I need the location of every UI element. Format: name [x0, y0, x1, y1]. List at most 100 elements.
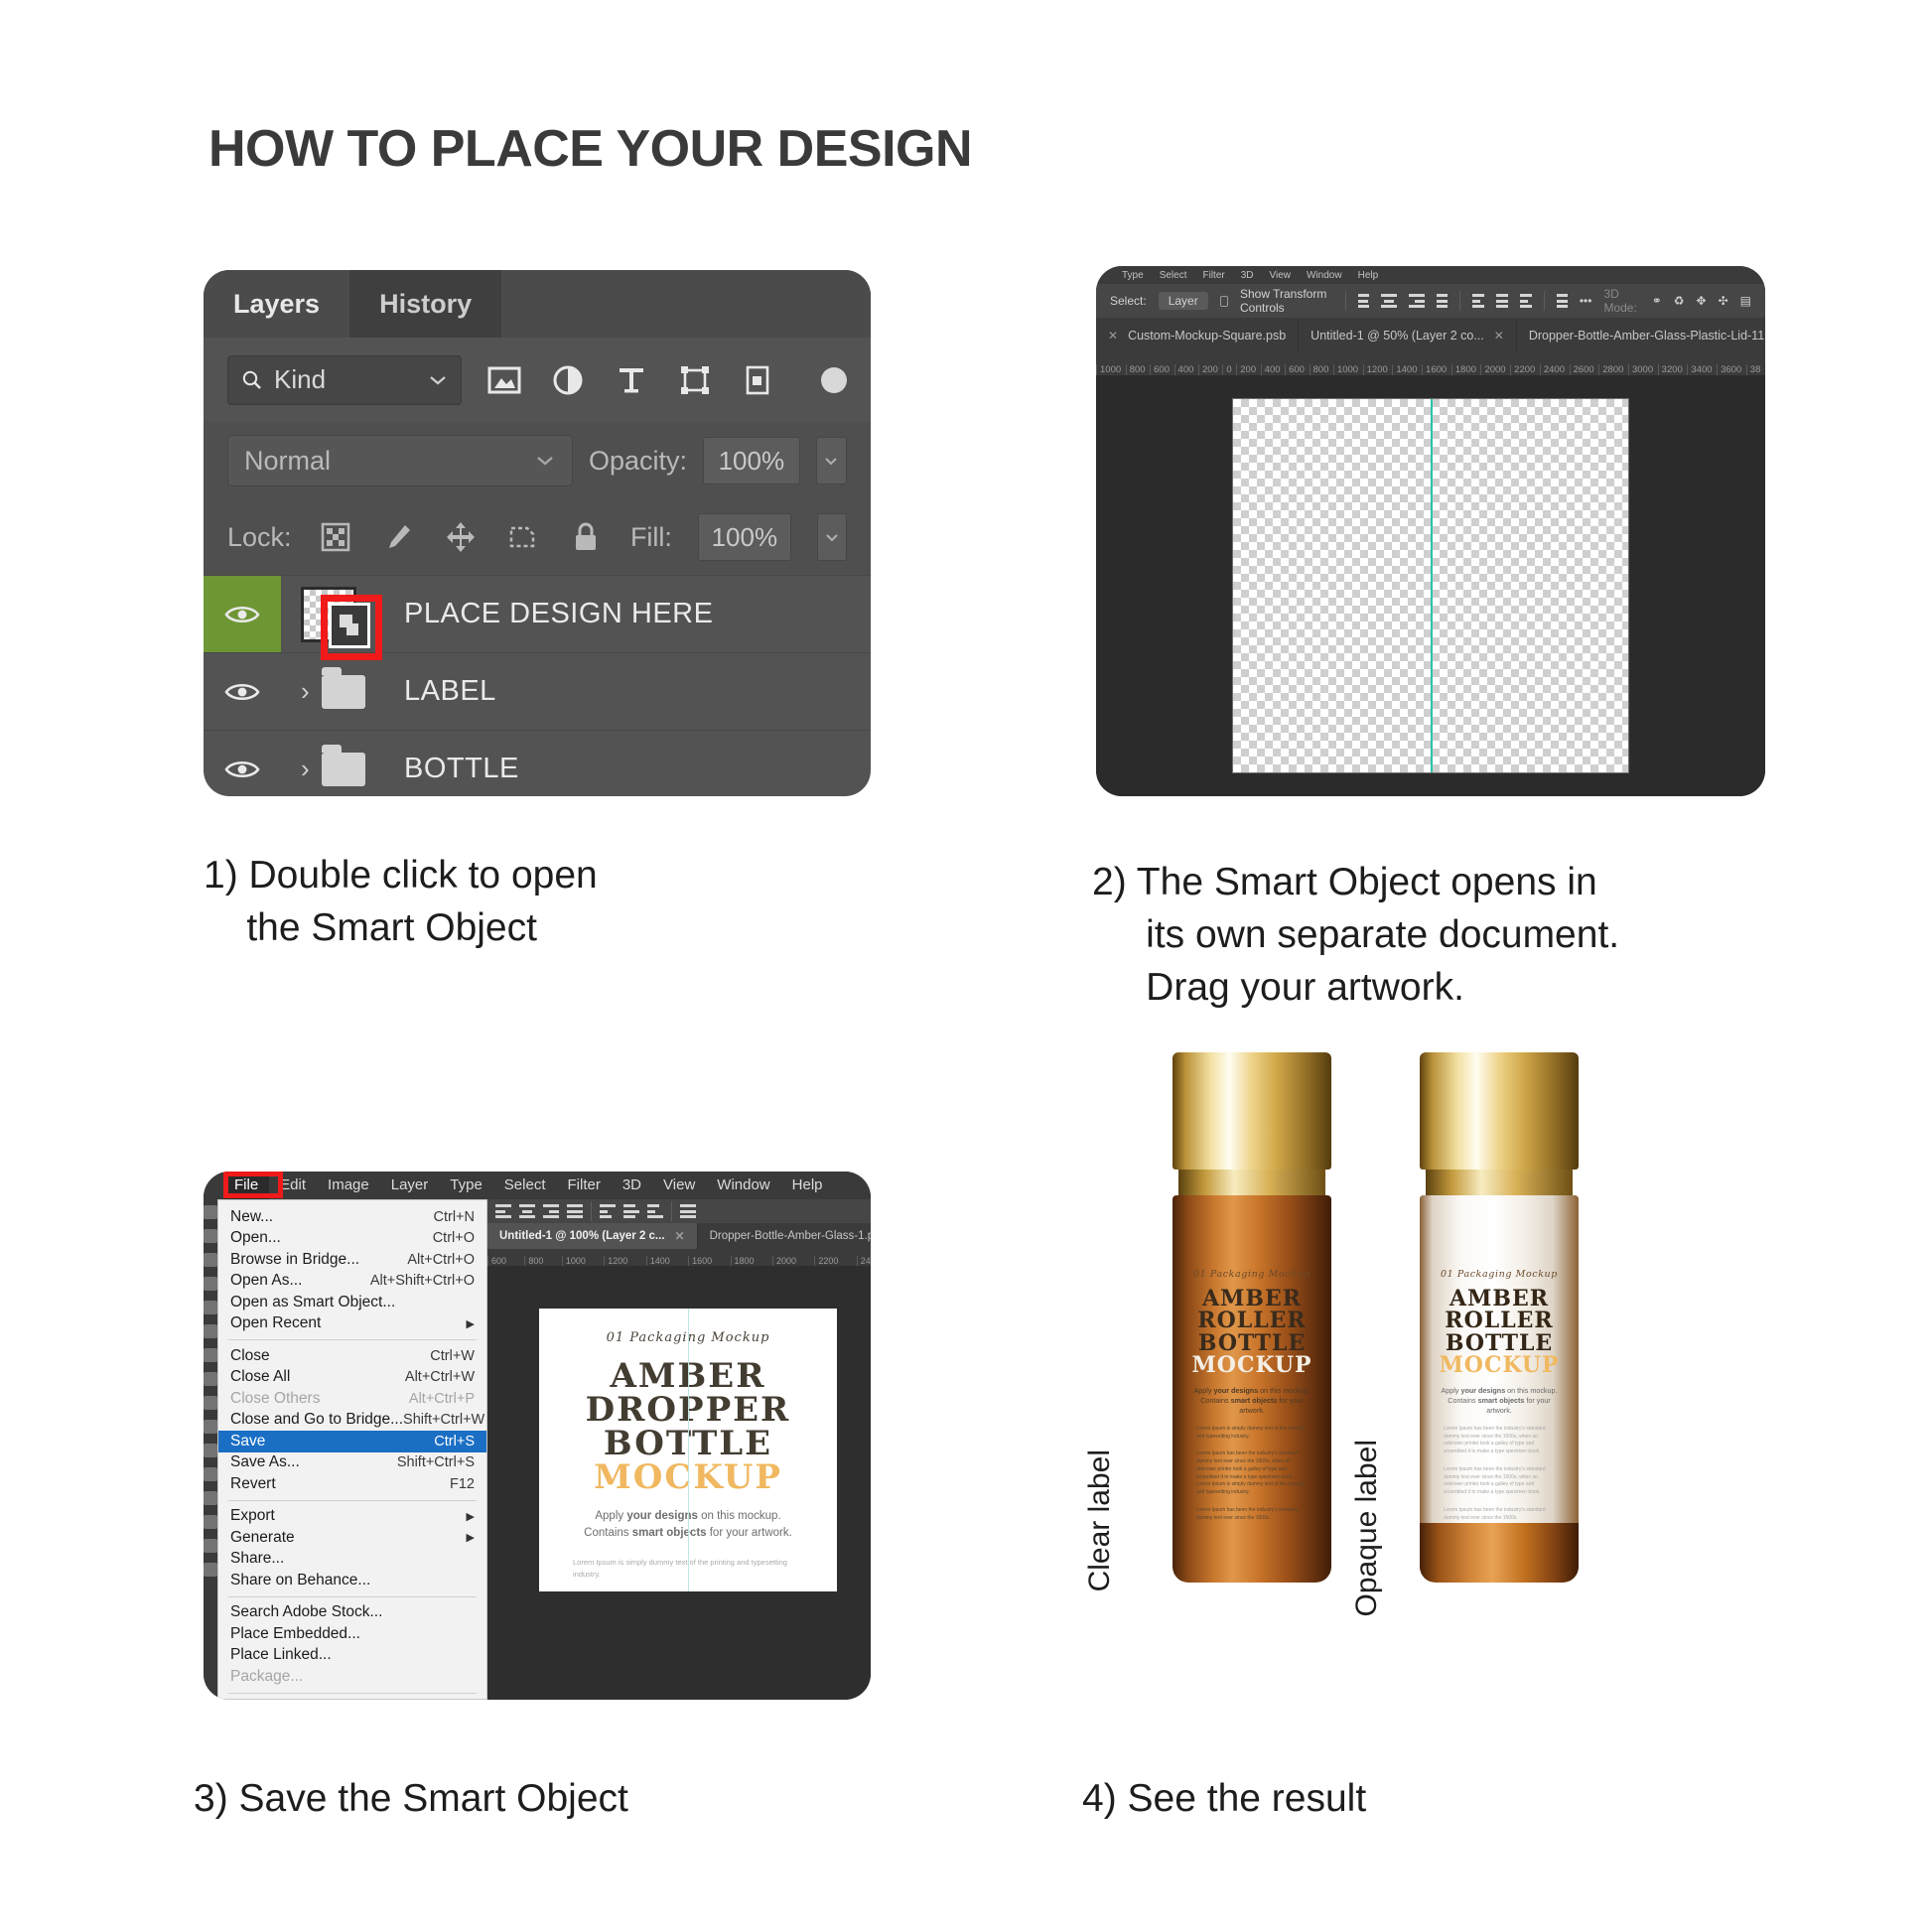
menu-item-3d[interactable]: 3D [1241, 270, 1254, 281]
image-filter-icon[interactable] [483, 359, 525, 401]
menu-item-help[interactable]: Help [1358, 270, 1379, 281]
menu-item-type[interactable]: Type [1122, 270, 1144, 281]
lasso-tool-icon[interactable] [204, 1253, 217, 1267]
menu-item[interactable]: Generate ▶ [218, 1527, 486, 1549]
move-tool-icon[interactable] [204, 1205, 217, 1219]
chevron-right-icon[interactable]: › [301, 754, 310, 784]
canvas-area[interactable] [1096, 375, 1765, 796]
menu-item[interactable]: New... Ctrl+N [218, 1206, 486, 1228]
menu-item[interactable]: Save As... Shift+Ctrl+S [218, 1452, 486, 1474]
lock-artboard-icon[interactable] [505, 516, 542, 558]
3d-rotate-icon[interactable]: ⚭ [1652, 294, 1662, 308]
layer-visibility-toggle[interactable] [204, 576, 281, 652]
table-row[interactable]: › LABEL [204, 652, 871, 730]
menu-item-image[interactable]: Image [317, 1172, 380, 1199]
menu-item[interactable]: Close Ctrl+W [218, 1345, 486, 1367]
close-icon[interactable]: ✕ [1108, 329, 1118, 343]
layer-group-cell[interactable]: › [281, 666, 404, 709]
clone-stamp-tool-icon[interactable] [204, 1396, 217, 1410]
menu-item[interactable]: Automate▶ [218, 1699, 486, 1701]
menu-item[interactable]: Close and Go to Bridge... Shift+Ctrl+W [218, 1410, 486, 1432]
menu-item-type[interactable]: Type [439, 1172, 493, 1199]
align-left-icon[interactable] [1358, 294, 1370, 308]
menu-item[interactable]: Place Embedded... [218, 1623, 486, 1645]
menu-item-help[interactable]: Help [781, 1172, 834, 1199]
select-dropdown[interactable]: Layer [1158, 292, 1208, 310]
menu-item[interactable]: Place Linked... [218, 1645, 486, 1667]
type-tool-icon[interactable] [204, 1563, 217, 1577]
distribute-bottom-icon[interactable] [647, 1204, 663, 1218]
align-left-icon[interactable] [495, 1204, 511, 1218]
menu-item[interactable]: Revert F12 [218, 1473, 486, 1495]
blur-tool-icon[interactable] [204, 1491, 217, 1505]
menu-item-3d[interactable]: 3D [612, 1172, 652, 1199]
table-row[interactable]: › BOTTLE [204, 730, 871, 796]
brush-tool-icon[interactable] [204, 1372, 217, 1386]
3d-drag-icon[interactable]: ✥ [1697, 294, 1707, 308]
gradient-tool-icon[interactable] [204, 1467, 217, 1481]
shape-filter-icon[interactable] [674, 359, 716, 401]
menu-item-window[interactable]: Window [1307, 270, 1342, 281]
distribute-top-icon[interactable] [1472, 294, 1484, 308]
filter-kind-dropdown[interactable]: Kind [227, 354, 462, 405]
close-icon[interactable]: ✕ [675, 1229, 685, 1243]
align-right-icon[interactable] [543, 1204, 559, 1218]
menu-item[interactable]: Share on Behance... [218, 1570, 486, 1591]
adjustment-filter-icon[interactable] [547, 359, 589, 401]
menu-item-layer[interactable]: Layer [380, 1172, 440, 1199]
distribute-horizontal-icon[interactable] [680, 1204, 696, 1218]
chevron-right-icon[interactable]: › [301, 676, 310, 707]
fill-value[interactable]: 100% [697, 513, 791, 561]
lock-transparent-pixels-icon[interactable] [318, 516, 354, 558]
lock-image-pixels-icon[interactable] [380, 516, 417, 558]
layer-thumbnail-cell[interactable] [281, 586, 404, 660]
smart-object-filter-icon[interactable] [738, 359, 779, 401]
document-tab[interactable]: Dropper-Bottle-Amber-Glass-1.psd [698, 1223, 871, 1249]
eraser-tool-icon[interactable] [204, 1444, 217, 1457]
menu-item[interactable]: Browse in Bridge... Alt+Ctrl+O [218, 1249, 486, 1271]
transparent-artboard[interactable] [1232, 398, 1629, 773]
layer-visibility-toggle[interactable] [204, 731, 281, 796]
table-row[interactable]: PLACE DESIGN HERE [204, 575, 871, 660]
pen-tool-icon[interactable] [204, 1539, 217, 1553]
opacity-value[interactable]: 100% [703, 437, 800, 484]
layer-visibility-toggle[interactable] [204, 653, 281, 730]
menu-item-view[interactable]: View [652, 1172, 706, 1199]
close-icon[interactable]: ✕ [1494, 329, 1504, 343]
distribute-bottom-icon[interactable] [1520, 294, 1532, 308]
tab-layers[interactable]: Layers [204, 270, 349, 338]
menu-item-filter[interactable]: Filter [1202, 270, 1224, 281]
menu-item-select[interactable]: Select [493, 1172, 557, 1199]
quick-select-tool-icon[interactable] [204, 1277, 217, 1291]
menu-item[interactable]: Open as Smart Object... [218, 1292, 486, 1313]
align-bottom-icon[interactable] [1437, 294, 1449, 308]
type-filter-icon[interactable] [611, 359, 652, 401]
blend-mode-dropdown[interactable]: Normal [227, 435, 573, 486]
menu-item[interactable]: Share... [218, 1549, 486, 1571]
tab-history[interactable]: History [349, 270, 502, 338]
distribute-top-icon[interactable] [600, 1204, 616, 1218]
healing-brush-tool-icon[interactable] [204, 1348, 217, 1362]
document-tab-active[interactable]: Untitled-1 @ 100% (Layer 2 c... ✕ [487, 1223, 698, 1249]
distribute-horizontal-icon[interactable] [1556, 294, 1568, 308]
align-center-horizontal-icon[interactable] [519, 1204, 535, 1218]
menu-item[interactable]: Open Recent ▶ [218, 1313, 486, 1335]
distribute-vertical-center-icon[interactable] [623, 1204, 639, 1218]
menu-item-filter[interactable]: Filter [557, 1172, 612, 1199]
dodge-tool-icon[interactable] [204, 1515, 217, 1529]
menu-item[interactable]: Open... Ctrl+O [218, 1228, 486, 1250]
lock-position-icon[interactable] [443, 516, 480, 558]
distribute-vertical-center-icon[interactable] [1496, 294, 1508, 308]
document-tab[interactable]: ✕ Custom-Mockup-Square.psb [1096, 318, 1300, 353]
document-tab[interactable]: Untitled-1 @ 50% (Layer 2 co... ✕ [1299, 318, 1517, 353]
layer-group-cell[interactable]: › [281, 744, 404, 786]
document-tab[interactable]: Dropper-Bottle-Amber-Glass-Plastic-Lid-1… [1517, 318, 1765, 353]
align-right-icon[interactable] [1409, 294, 1426, 308]
marquee-tool-icon[interactable] [204, 1229, 217, 1243]
eyedropper-tool-icon[interactable] [204, 1324, 217, 1338]
menu-item[interactable]: Export ▶ [218, 1506, 486, 1528]
3d-roll-icon[interactable]: ♻ [1674, 294, 1685, 308]
menu-item[interactable]: Search Adobe Stock... [218, 1602, 486, 1624]
fill-stepper[interactable] [816, 513, 847, 561]
3d-camera-icon[interactable]: ▤ [1740, 294, 1751, 308]
